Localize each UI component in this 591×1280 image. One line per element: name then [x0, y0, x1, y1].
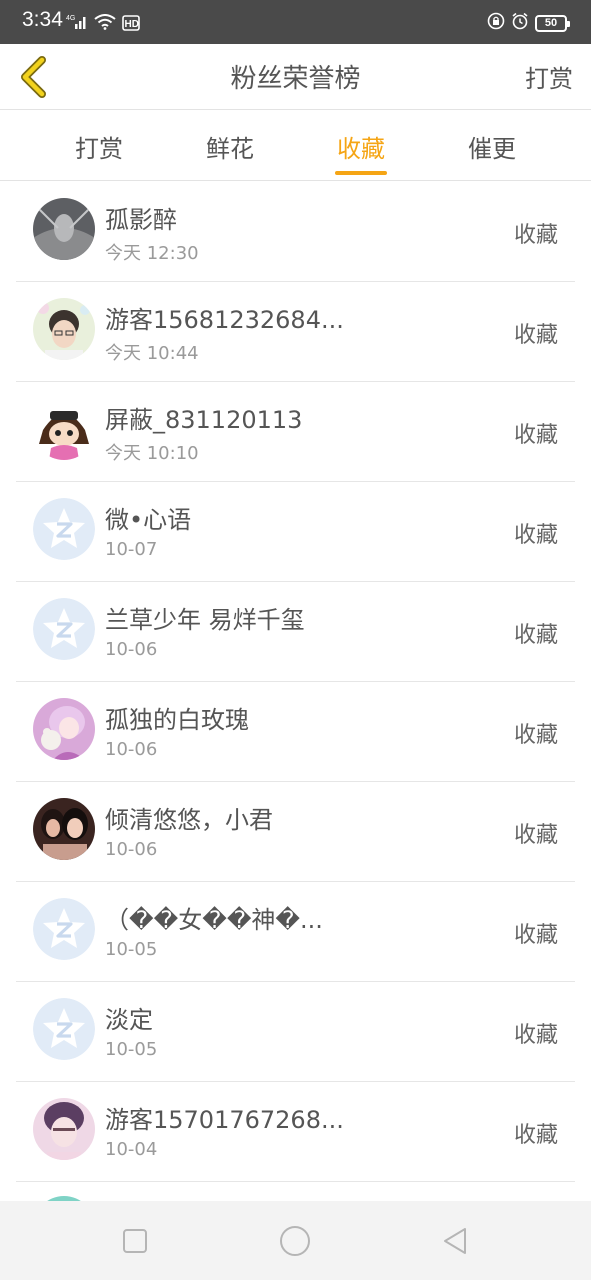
- hd-icon: HD: [122, 13, 140, 35]
- fan-time: 10-05: [105, 939, 158, 960]
- circle-icon: [280, 1226, 310, 1256]
- tab-bar: 打赏 鲜花 收藏 催更: [0, 111, 591, 181]
- fan-time: 10-07: [105, 539, 158, 560]
- fan-name: 倾清悠悠，小君: [105, 806, 273, 834]
- hd-label: HD: [125, 19, 139, 30]
- tab-reward[interactable]: 打赏: [59, 129, 139, 164]
- page-title: 粉丝荣誉榜: [230, 64, 361, 94]
- fan-time: 今天 10:44: [105, 343, 199, 364]
- triangle-back-icon: [444, 1228, 466, 1254]
- fan-name: 孤影醉: [105, 206, 177, 234]
- fan-name: 游客15701767268...: [105, 1106, 344, 1134]
- fan-time: 10-05: [105, 1039, 158, 1060]
- battery-icon: 50: [535, 14, 570, 32]
- screen: 3:34 4G HD 50 粉丝荣誉榜 打赏 打赏 鲜花 收藏 催更 孤影醉 今…: [0, 0, 591, 1280]
- action-label: 收藏: [513, 423, 558, 448]
- fan-name: 兰草少年 易烊千玺: [105, 606, 305, 634]
- action-label: 收藏: [513, 223, 558, 248]
- avatar: [33, 798, 95, 860]
- action-label: 收藏: [513, 523, 558, 548]
- status-left-icons: 4G HD: [66, 14, 140, 34]
- header: 粉丝荣誉榜 打赏: [0, 44, 591, 110]
- list-item[interactable]: 淡定 10-05 收藏: [0, 982, 591, 1082]
- action-label: 收藏: [513, 823, 558, 848]
- list-item[interactable]: 屏蔽_831120113 今天 10:10 收藏: [0, 382, 591, 482]
- tab-flowers[interactable]: 鲜花: [190, 129, 270, 164]
- avatar: [33, 698, 95, 760]
- fan-name: 微•心语: [105, 506, 192, 534]
- signal-icon: 4G: [66, 14, 88, 34]
- home-button[interactable]: [277, 1223, 313, 1259]
- default-avatar-icon: [33, 998, 95, 1060]
- action-label: 收藏: [513, 323, 558, 348]
- status-time: 3:34: [22, 8, 63, 31]
- list-item[interactable]: 游客15701767268... 10-04 收藏: [0, 1082, 591, 1182]
- fan-time: 10-06: [105, 839, 158, 860]
- list-item[interactable]: 倾清悠悠，小君 10-06 收藏: [0, 782, 591, 882]
- fan-time: 10-06: [105, 639, 158, 660]
- rotation-lock-icon: [487, 12, 505, 34]
- system-nav-bar: [0, 1201, 591, 1280]
- action-label: 收藏: [513, 723, 558, 748]
- action-label: 收藏: [513, 623, 558, 648]
- alarm-icon: [511, 12, 529, 34]
- default-avatar-icon: [33, 598, 95, 660]
- list-item[interactable]: 孤独的白玫瑰 10-06 收藏: [0, 682, 591, 782]
- fan-time: 10-04: [105, 1139, 158, 1160]
- fan-list: 孤影醉 今天 12:30 收藏 游客15681232684... 今天 10:4…: [0, 182, 591, 1182]
- fan-time: 10-06: [105, 739, 158, 760]
- list-item[interactable]: （��女��神�... 10-05 收藏: [0, 882, 591, 982]
- avatar: [33, 498, 95, 560]
- status-right-icons: 50: [487, 12, 570, 34]
- action-label: 收藏: [513, 1123, 558, 1148]
- wifi-icon: [94, 14, 116, 34]
- reward-button[interactable]: 打赏: [525, 59, 573, 94]
- square-icon: [123, 1229, 147, 1253]
- list-item[interactable]: 兰草少年 易烊千玺 10-06 收藏: [0, 582, 591, 682]
- system-back-button[interactable]: [437, 1223, 473, 1259]
- avatar: [33, 998, 95, 1060]
- action-label: 收藏: [513, 1023, 558, 1048]
- fan-time: 今天 10:10: [105, 443, 199, 464]
- status-bar: 3:34 4G HD 50: [0, 0, 591, 44]
- fan-name: （��女��神�...: [105, 906, 323, 934]
- recent-apps-button[interactable]: [117, 1223, 153, 1259]
- avatar: [33, 598, 95, 660]
- fan-time: 今天 12:30: [105, 243, 199, 264]
- default-avatar-icon: [33, 898, 95, 960]
- fan-name: 屏蔽_831120113: [105, 406, 303, 434]
- list-item[interactable]: 孤影醉 今天 12:30 收藏: [0, 182, 591, 282]
- list-item[interactable]: 微•心语 10-07 收藏: [0, 482, 591, 582]
- avatar: [33, 898, 95, 960]
- network-type: 4G: [66, 15, 75, 22]
- avatar: [33, 298, 95, 360]
- fan-name: 孤独的白玫瑰: [105, 706, 249, 734]
- action-label: 收藏: [513, 923, 558, 948]
- fan-name: 淡定: [105, 1006, 153, 1034]
- tab-urge-update[interactable]: 催更: [452, 129, 532, 164]
- tab-favorites[interactable]: 收藏: [321, 129, 401, 164]
- avatar: [33, 1098, 95, 1160]
- fan-name: 游客15681232684...: [105, 306, 344, 334]
- avatar: [33, 398, 95, 460]
- avatar: [33, 198, 95, 260]
- active-tab-indicator: [335, 171, 387, 175]
- list-item[interactable]: 游客15681232684... 今天 10:44 收藏: [0, 282, 591, 382]
- default-avatar-icon: [33, 498, 95, 560]
